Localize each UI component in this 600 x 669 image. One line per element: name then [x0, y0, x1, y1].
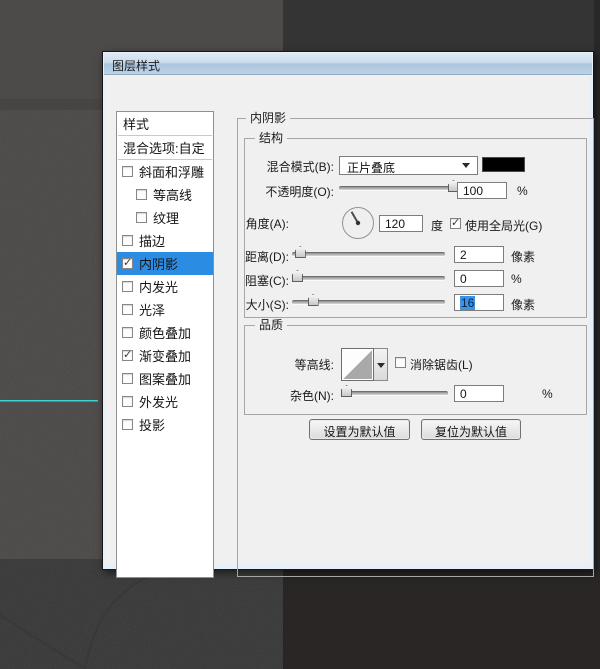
angle-unit: 度: [431, 219, 444, 233]
sidebar-item-label: 斜面和浮雕: [139, 165, 205, 180]
sidebar-item-label: 投影: [139, 418, 166, 433]
photoshop-workspace: 图层样式 样式 混合选项:自定 斜面和浮雕 等高线 纹理 描边 内阴影 内发光 …: [0, 0, 600, 669]
style-enable-checkbox[interactable]: [122, 327, 133, 338]
style-list: 样式 混合选项:自定 斜面和浮雕 等高线 纹理 描边 内阴影 内发光 光泽 颜色…: [116, 111, 214, 578]
contour-thumbnail[interactable]: [341, 348, 374, 381]
noise-field[interactable]: 0: [454, 385, 504, 402]
style-enable-checkbox[interactable]: [122, 166, 133, 177]
style-enable-checkbox[interactable]: [136, 189, 147, 200]
opacity-field[interactable]: 100: [457, 182, 507, 199]
sidebar-item-label: 混合选项:自定: [123, 141, 205, 156]
style-enable-checkbox[interactable]: [122, 235, 133, 246]
size-slider[interactable]: [292, 293, 445, 307]
style-enable-checkbox[interactable]: [122, 256, 133, 269]
noise-label: 杂色(N):: [290, 389, 334, 403]
sidebar-item-styles[interactable]: 样式: [117, 112, 213, 135]
sidebar-item-contour[interactable]: 等高线: [117, 183, 213, 206]
use-global-light-checkbox[interactable]: [450, 216, 461, 229]
shadow-color-swatch[interactable]: [482, 157, 525, 172]
size-unit: 像素: [511, 298, 536, 312]
quality-legend: 品质: [255, 318, 288, 333]
choke-unit: %: [511, 272, 522, 286]
choke-field[interactable]: 0: [454, 270, 504, 287]
chevron-down-icon: [462, 163, 470, 168]
use-global-light-label: 使用全局光(G): [465, 219, 543, 233]
sidebar-item-label: 图案叠加: [139, 372, 192, 387]
style-enable-checkbox[interactable]: [122, 396, 133, 407]
sidebar-item-gradient-overlay[interactable]: 渐变叠加: [117, 344, 213, 367]
size-slider-thumb[interactable]: [307, 294, 319, 306]
opacity-unit: %: [517, 184, 528, 198]
sidebar-item-blending-options[interactable]: 混合选项:自定: [117, 136, 213, 159]
opacity-slider[interactable]: [339, 179, 459, 193]
antialias-label: 消除锯齿(L): [410, 358, 473, 372]
style-enable-checkbox[interactable]: [122, 373, 133, 384]
sidebar-item-label: 渐变叠加: [139, 349, 192, 364]
dialog-title: 图层样式: [112, 59, 161, 73]
style-enable-checkbox[interactable]: [122, 304, 133, 315]
distance-slider[interactable]: [292, 245, 445, 259]
sidebar-item-outer-glow[interactable]: 外发光: [117, 390, 213, 413]
sidebar-item-label: 描边: [139, 234, 166, 249]
angle-label: 角度(A):: [245, 217, 289, 231]
style-enable-checkbox[interactable]: [122, 419, 133, 430]
choke-slider-thumb[interactable]: [292, 270, 303, 282]
sidebar-item-label: 等高线: [153, 188, 193, 203]
blend-mode-value: 正片叠底: [347, 161, 396, 175]
structure-legend: 结构: [255, 131, 288, 146]
opacity-label: 不透明度(O):: [265, 185, 334, 199]
sidebar-item-pattern-overlay[interactable]: 图案叠加: [117, 367, 213, 390]
contour-label: 等高线:: [294, 358, 334, 372]
reset-default-button[interactable]: 复位为默认值: [421, 419, 521, 440]
sidebar-item-inner-glow[interactable]: 内发光: [117, 275, 213, 298]
antialias-checkbox[interactable]: [395, 357, 406, 368]
noise-slider-thumb[interactable]: [341, 385, 352, 397]
cyan-guide-line: [0, 400, 98, 402]
workspace-background-right: [594, 0, 600, 570]
opacity-slider-track[interactable]: [339, 186, 459, 191]
noise-slider[interactable]: [341, 384, 448, 398]
sidebar-item-label: 光泽: [139, 303, 166, 318]
distance-label: 距离(D):: [245, 250, 289, 264]
contour-dropdown-arrow[interactable]: [374, 348, 388, 381]
sidebar-item-satin[interactable]: 光泽: [117, 298, 213, 321]
layer-style-dialog: 图层样式 样式 混合选项:自定 斜面和浮雕 等高线 纹理 描边 内阴影 内发光 …: [102, 51, 594, 578]
size-field[interactable]: 16: [454, 294, 504, 311]
distance-unit: 像素: [511, 250, 536, 264]
distance-field[interactable]: 2: [454, 246, 504, 263]
sidebar-item-stroke[interactable]: 描边: [117, 229, 213, 252]
sidebar-item-drop-shadow[interactable]: 投影: [117, 413, 213, 436]
style-enable-checkbox[interactable]: [122, 348, 133, 361]
sidebar-item-bevel-emboss[interactable]: 斜面和浮雕: [117, 160, 213, 183]
sidebar-item-label: 颜色叠加: [139, 326, 192, 341]
blend-mode-label: 混合模式(B):: [266, 160, 334, 174]
choke-slider[interactable]: [292, 269, 445, 283]
angle-dial[interactable]: [341, 206, 375, 240]
dialog-titlebar[interactable]: 图层样式: [104, 53, 592, 75]
choke-label: 阻塞(C):: [245, 274, 289, 288]
sidebar-item-label: 纹理: [153, 211, 180, 226]
make-default-button[interactable]: 设置为默认值: [309, 419, 410, 440]
noise-slider-track[interactable]: [341, 391, 448, 396]
distance-slider-track[interactable]: [292, 252, 445, 257]
workspace-background: [283, 570, 600, 669]
blend-mode-dropdown[interactable]: 正片叠底: [339, 156, 478, 175]
angle-field[interactable]: 120: [379, 215, 423, 232]
sidebar-item-label: 外发光: [139, 395, 179, 410]
sidebar-item-texture[interactable]: 纹理: [117, 206, 213, 229]
dialog-body: 样式 混合选项:自定 斜面和浮雕 等高线 纹理 描边 内阴影 内发光 光泽 颜色…: [106, 76, 594, 578]
noise-unit: %: [542, 387, 553, 401]
sidebar-item-label: 内阴影: [139, 257, 179, 272]
sidebar-item-inner-shadow[interactable]: 内阴影: [117, 252, 213, 275]
size-label: 大小(S):: [245, 298, 289, 312]
choke-slider-track[interactable]: [292, 276, 445, 281]
distance-slider-thumb[interactable]: [294, 246, 306, 258]
sidebar-item-color-overlay[interactable]: 颜色叠加: [117, 321, 213, 344]
style-enable-checkbox[interactable]: [136, 212, 147, 223]
panel-title: 内阴影: [246, 111, 291, 126]
style-enable-checkbox[interactable]: [122, 281, 133, 292]
sidebar-item-label: 样式: [123, 117, 150, 132]
sidebar-item-label: 内发光: [139, 280, 179, 295]
